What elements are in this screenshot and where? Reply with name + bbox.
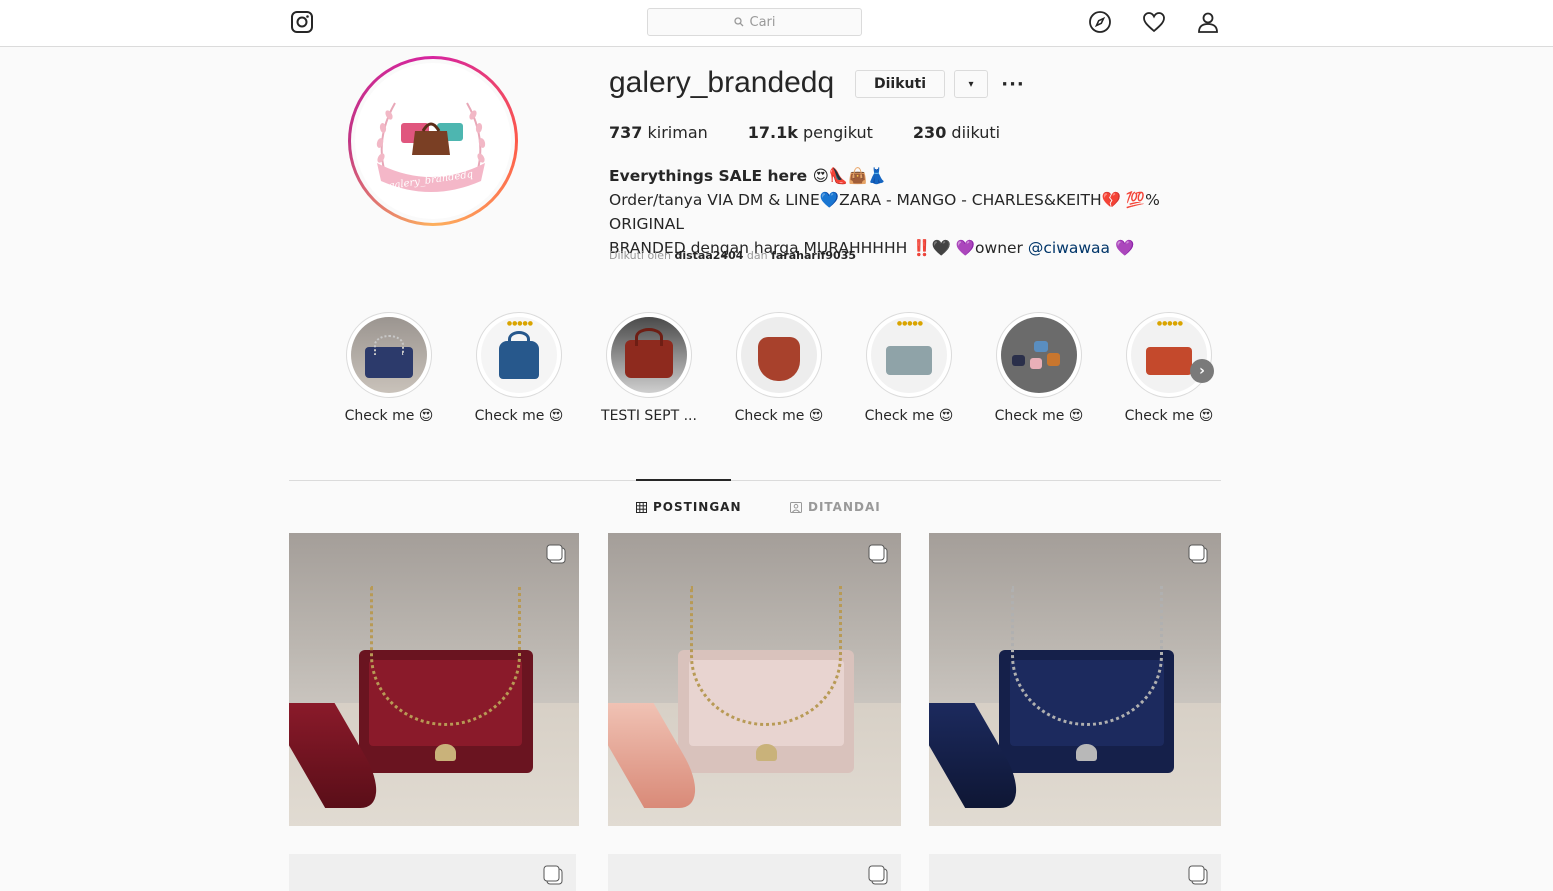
highlight-label: Check me 😍 [734, 408, 824, 424]
post-thumbnail[interactable] [608, 533, 901, 826]
grid-icon [636, 501, 647, 513]
highlight-label: Check me 😍 [994, 408, 1084, 424]
profile-stats: 737 kiriman 17.1k pengikut 230 diikuti [609, 123, 1000, 142]
following-stat[interactable]: 230 diikuti [913, 123, 1000, 142]
bio-name: Everythings SALE here 😍👠👜👗 [609, 167, 887, 185]
following-button[interactable]: Diikuti [855, 70, 945, 98]
active-tab-indicator [636, 479, 731, 481]
search-input[interactable]: Cari [647, 8, 862, 36]
profile-user-icon[interactable] [1196, 10, 1220, 34]
followed-by-user-2[interactable]: faraharif9035 [771, 249, 856, 262]
highlight-cover-image: ●●●●● [481, 317, 557, 393]
tabs-divider [289, 480, 1221, 481]
profile-picture[interactable]: galery_brandedq [348, 56, 518, 226]
following-label: diikuti [951, 123, 1001, 142]
post-thumbnail[interactable] [929, 533, 1221, 826]
profile-username: galery_brandedq [609, 66, 835, 99]
multiple-images-icon [546, 544, 566, 564]
post-thumbnail[interactable] [608, 854, 901, 891]
multiple-images-icon [868, 544, 888, 564]
tab-posts[interactable]: POSTINGAN [636, 500, 742, 514]
highlight-label: TESTI SEPT ... [601, 408, 697, 424]
highlight-item[interactable]: TESTI SEPT ... [584, 312, 714, 424]
highlight-label: Check me 😍 [1124, 408, 1214, 424]
profile-logo-image: galery_brandedq [355, 63, 511, 219]
multiple-images-icon [1188, 865, 1208, 885]
highlight-label: Check me 😍 [864, 408, 954, 424]
story-highlights: Check me 😍 ●●●●● Check me 😍 TESTI SEPT .… [324, 312, 1234, 424]
highlight-item[interactable]: Check me 😍 [714, 312, 844, 424]
multiple-images-icon [1188, 544, 1208, 564]
highlight-cover-image [1001, 317, 1077, 393]
chevron-down-icon: ▾ [968, 78, 974, 90]
suggestions-dropdown-button[interactable]: ▾ [954, 70, 988, 98]
more-options-button[interactable]: ··· [1001, 70, 1025, 98]
post-thumbnail[interactable] [289, 533, 579, 826]
followers-stat[interactable]: 17.1k pengikut [748, 123, 873, 142]
explore-compass-icon[interactable] [1088, 10, 1112, 34]
activity-heart-icon[interactable] [1142, 10, 1166, 34]
instagram-logo-icon[interactable] [290, 10, 314, 34]
highlight-item[interactable]: ●●●●● Check me 😍 [454, 312, 584, 424]
tab-tagged-label: DITANDAI [808, 500, 881, 514]
followed-by-user-1[interactable]: distaa2404 [674, 249, 743, 262]
highlight-cover-image [741, 317, 817, 393]
followers-label: pengikut [802, 123, 873, 142]
chevron-right-icon: › [1199, 363, 1205, 379]
followed-by-conj: dan [746, 249, 768, 262]
followed-by-text: Diikuti oleh distaa2404 dan faraharif903… [609, 249, 856, 262]
tagged-person-icon [790, 501, 802, 513]
top-navigation-bar: Cari [0, 0, 1553, 47]
highlights-next-button[interactable]: › [1190, 359, 1214, 383]
search-placeholder: Cari [749, 14, 776, 30]
highlight-cover-image: ●●●●● [871, 317, 947, 393]
multiple-images-icon [868, 865, 888, 885]
posts-label: kiriman [647, 123, 708, 142]
post-thumbnail[interactable] [289, 854, 576, 891]
followed-by-prefix: Diikuti oleh [609, 249, 671, 262]
highlight-item[interactable]: Check me 😍 [974, 312, 1104, 424]
highlight-item[interactable]: ●●●●● Check me 😍 [1104, 312, 1234, 424]
profile-bio: Everythings SALE here 😍👠👜👗 Order/tanya V… [609, 164, 1219, 260]
highlight-item[interactable]: Check me 😍 [324, 312, 454, 424]
highlight-label: Check me 😍 [474, 408, 564, 424]
bio-line-1: Order/tanya VIA DM & LINE💙ZARA - MANGO -… [609, 191, 1160, 233]
search-icon [733, 17, 743, 27]
brand-logo-icon: galery_brandedq [376, 102, 486, 192]
tab-tagged[interactable]: DITANDAI [790, 500, 881, 514]
highlight-label: Check me 😍 [344, 408, 434, 424]
posts-count: 737 [609, 123, 643, 142]
posts-stat: 737 kiriman [609, 123, 708, 142]
following-count: 230 [912, 123, 947, 142]
ellipsis-icon: ··· [1001, 73, 1025, 95]
post-thumbnail[interactable] [929, 854, 1221, 891]
owner-mention-link[interactable]: @ciwawaa [1028, 239, 1110, 257]
multiple-images-icon [543, 865, 563, 885]
highlight-cover-image [611, 317, 687, 393]
tab-posts-label: POSTINGAN [653, 500, 742, 514]
followers-count: 17.1k [747, 123, 798, 142]
highlight-cover-image [351, 317, 427, 393]
bio-line-2-end: 💜 [1110, 239, 1135, 257]
highlight-item[interactable]: ●●●●● Check me 😍 [844, 312, 974, 424]
